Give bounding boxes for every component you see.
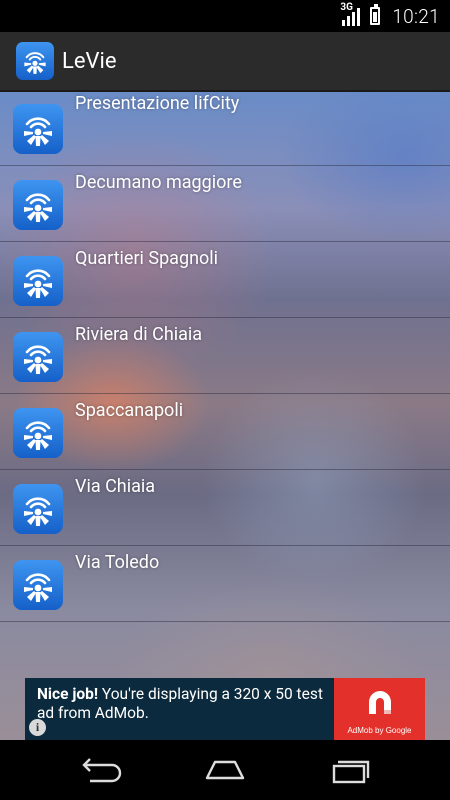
list-item-label: Quartieri Spagnoli bbox=[75, 248, 219, 269]
content-area: Presentazione lifCity Decumano maggiore … bbox=[0, 92, 450, 740]
admob-logo-icon bbox=[369, 691, 391, 714]
ad-text: Nice job! You're displaying a 320 x 50 t… bbox=[25, 678, 334, 740]
status-icons: 3G 10:21 bbox=[340, 0, 440, 32]
list-item[interactable]: Decumano maggiore bbox=[0, 166, 450, 242]
levie-app-icon bbox=[13, 332, 63, 382]
list-item-label: Presentazione lifCity bbox=[75, 93, 240, 114]
ad-info-icon[interactable]: i bbox=[29, 719, 46, 736]
levie-app-icon bbox=[13, 104, 63, 154]
levie-app-icon[interactable] bbox=[16, 42, 54, 80]
network-type: 3G bbox=[340, 2, 353, 13]
list-item-label: Via Chiaia bbox=[75, 476, 156, 497]
home-icon[interactable] bbox=[201, 752, 249, 788]
ad-brand-label: AdMob by Google bbox=[347, 726, 412, 735]
recents-icon[interactable] bbox=[326, 752, 374, 788]
list-item-label: Spaccanapoli bbox=[75, 400, 184, 421]
action-bar: LeVie bbox=[0, 32, 450, 92]
ad-headline: Nice job! bbox=[37, 685, 99, 703]
list-item[interactable]: Presentazione lifCity bbox=[0, 92, 450, 166]
app-title: LeVie bbox=[62, 48, 117, 74]
list-item[interactable]: Spaccanapoli bbox=[0, 394, 450, 470]
list-item-label: Via Toledo bbox=[75, 552, 160, 573]
levie-app-icon bbox=[13, 484, 63, 534]
levie-app-icon bbox=[13, 408, 63, 458]
back-icon[interactable] bbox=[76, 752, 124, 788]
list-item[interactable]: Via Toledo bbox=[0, 546, 450, 622]
status-time: 10:21 bbox=[392, 4, 440, 28]
list-item-label: Riviera di Chiaia bbox=[75, 324, 203, 345]
list-item-label: Decumano maggiore bbox=[75, 172, 242, 193]
navigation-bar bbox=[0, 740, 450, 800]
levie-app-icon bbox=[13, 256, 63, 306]
list-item[interactable]: Riviera di Chiaia bbox=[0, 318, 450, 394]
cell-signal-icon: 3G bbox=[340, 2, 361, 26]
status-bar: 3G 10:21 bbox=[0, 0, 450, 32]
levie-app-icon bbox=[13, 180, 63, 230]
levie-app-icon bbox=[13, 560, 63, 610]
ad-banner[interactable]: Nice job! You're displaying a 320 x 50 t… bbox=[25, 678, 425, 740]
list-item[interactable]: Via Chiaia bbox=[0, 470, 450, 546]
admob-brand: AdMob by Google bbox=[334, 678, 425, 740]
places-list: Presentazione lifCity Decumano maggiore … bbox=[0, 92, 450, 622]
battery-icon bbox=[370, 4, 381, 25]
list-item[interactable]: Quartieri Spagnoli bbox=[0, 242, 450, 318]
